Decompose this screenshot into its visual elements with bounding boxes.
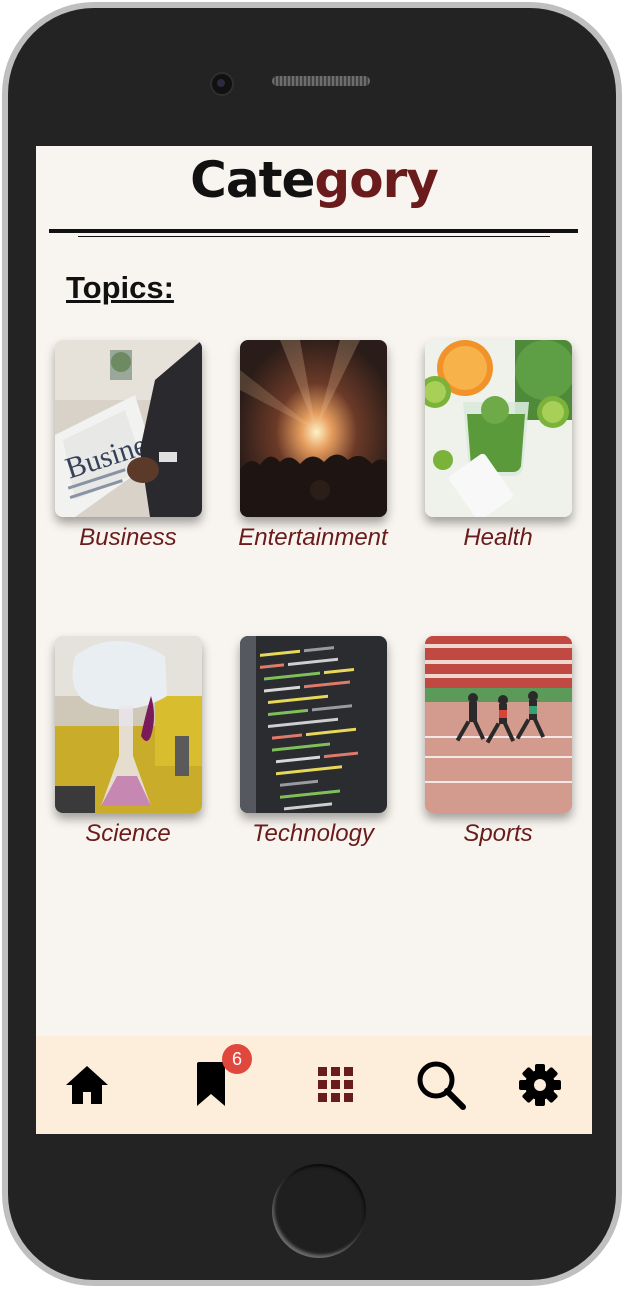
grid-icon — [318, 1067, 353, 1102]
health-photo — [425, 340, 572, 517]
nav-search[interactable] — [391, 1036, 491, 1134]
topic-entertainment-image[interactable] — [240, 340, 387, 517]
app-screen: Category Topics: Business Business Enter… — [36, 146, 592, 1134]
topics-heading: Topics: — [66, 270, 174, 305]
nav-settings[interactable] — [490, 1036, 590, 1134]
topic-health-image[interactable] — [425, 340, 572, 517]
topic-business-label[interactable]: Business — [36, 524, 220, 552]
home-icon — [66, 1066, 108, 1104]
header-divider — [49, 229, 578, 233]
camera-icon — [210, 72, 234, 96]
bottom-nav: 6 — [36, 1036, 592, 1134]
home-hardware-button[interactable] — [272, 1164, 366, 1258]
topic-sports-label[interactable]: Sports — [406, 820, 590, 848]
topic-technology-label[interactable]: Technology — [221, 820, 405, 848]
title-part-2: gory — [314, 151, 438, 209]
science-photo — [55, 636, 202, 813]
nav-home[interactable] — [37, 1036, 137, 1134]
topic-science-image[interactable] — [55, 636, 202, 813]
header-divider-thin — [78, 236, 550, 237]
topic-science-label[interactable]: Science — [36, 820, 220, 848]
topic-business-image[interactable]: Business — [55, 340, 202, 517]
topic-sports-image[interactable] — [425, 636, 572, 813]
topic-health-label[interactable]: Health — [406, 524, 590, 552]
topic-entertainment-label[interactable]: Entertainment — [221, 524, 405, 552]
nav-categories[interactable] — [286, 1036, 386, 1134]
entertainment-photo — [240, 340, 387, 517]
bookmark-count-badge: 6 — [222, 1044, 252, 1074]
sports-photo — [425, 636, 572, 813]
speaker-grille — [272, 76, 370, 86]
topic-technology-image[interactable] — [240, 636, 387, 813]
business-photo: Business — [55, 340, 202, 517]
title-part-1: Cate — [190, 151, 315, 209]
technology-photo — [240, 636, 387, 813]
gear-icon — [519, 1064, 561, 1106]
page-title: Category — [36, 148, 592, 212]
bookmark-icon — [197, 1062, 225, 1106]
search-icon — [417, 1061, 466, 1110]
